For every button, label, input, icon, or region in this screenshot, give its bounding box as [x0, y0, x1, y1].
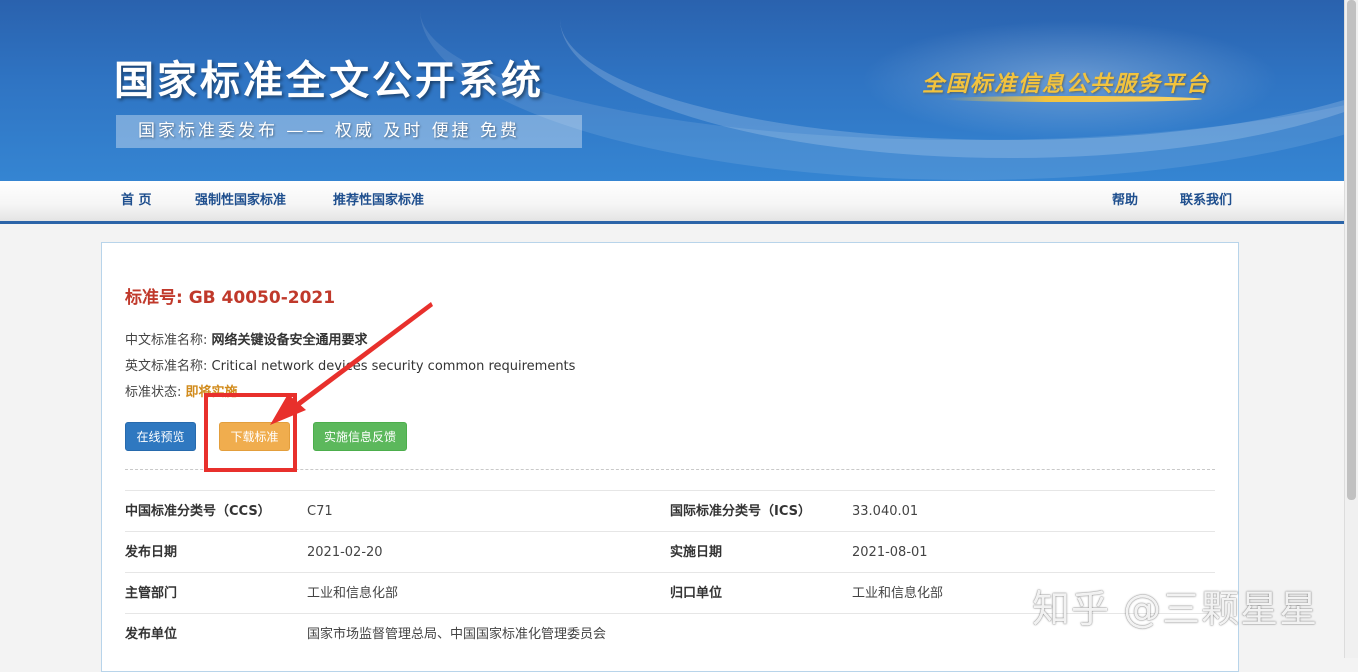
annotation-arrow-icon	[270, 302, 433, 425]
page-scrollbar[interactable]	[1344, 0, 1358, 658]
watermark: 知乎 @三颗星星	[1032, 587, 1319, 631]
scrollbar-thumb[interactable]	[1347, 0, 1356, 500]
